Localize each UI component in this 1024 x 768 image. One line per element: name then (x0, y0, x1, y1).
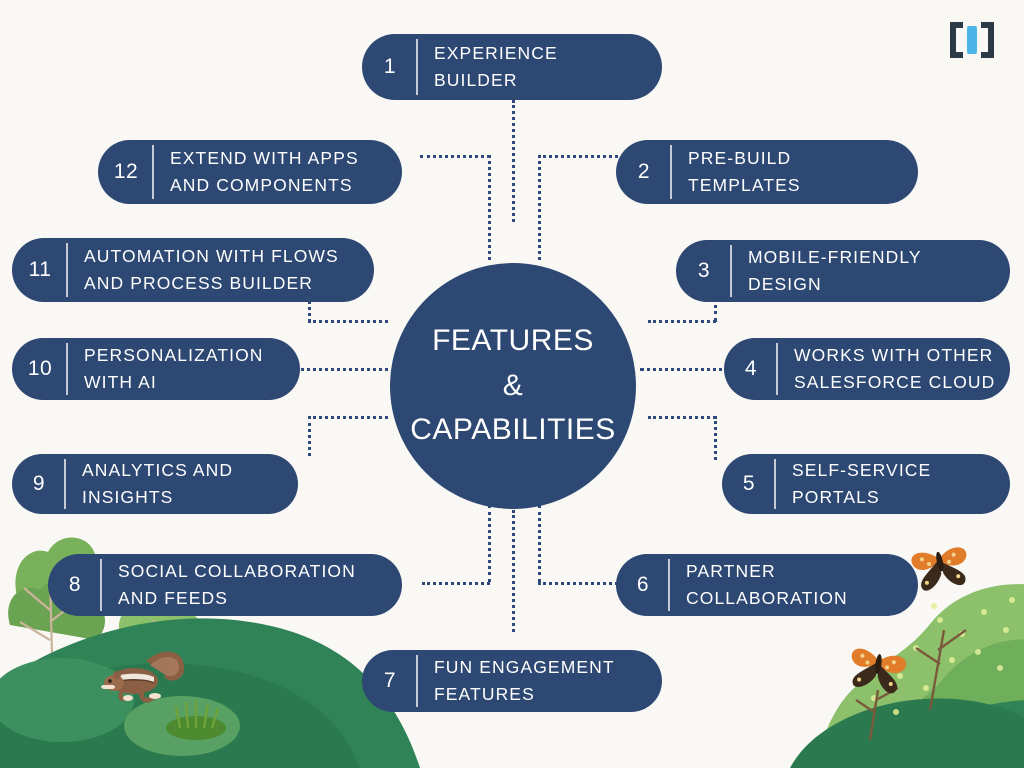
node-label-8: SOCIAL COLLABORATION AND FEEDS (102, 554, 402, 616)
node-label-9-line1: ANALYTICS AND (82, 459, 234, 480)
connector-node9-v (308, 416, 311, 456)
logo-left-bracket (950, 22, 963, 58)
node-pill-4[interactable]: 4 WORKS WITH OTHER SALESFORCE CLOUD (724, 338, 1010, 400)
node-number-8: 8 (48, 554, 102, 616)
node-label-7: FUN ENGAGEMENT FEATURES (418, 650, 662, 712)
bracket-i-logo (946, 18, 998, 62)
node-label-12: EXTEND WITH APPS AND COMPONENTS (154, 140, 402, 204)
logo-letter-i (967, 26, 977, 54)
node-label-5: SELF-SERVICE PORTALS (776, 454, 1010, 514)
connector-top-left-v (488, 155, 491, 260)
hub-line-2: & (502, 368, 524, 402)
node-pill-2[interactable]: 2 PRE-BUILD TEMPLATES (616, 140, 918, 204)
node-number-6: 6 (616, 554, 670, 616)
node-number-7: 7 (362, 650, 418, 712)
connector-node7-stem (512, 510, 515, 632)
node-label-1-line1: EXPERIENCE (434, 42, 558, 63)
node-pill-3[interactable]: 3 MOBILE-FRIENDLY DESIGN (676, 240, 1010, 302)
node-label-7-line1: FUN ENGAGEMENT (434, 656, 615, 677)
logo-right-bracket (981, 22, 994, 58)
node-number-5: 5 (722, 454, 776, 514)
connector-node8-h (422, 582, 490, 585)
node-label-9-line2: INSIGHTS (82, 487, 174, 507)
connector-node12-h (420, 155, 490, 158)
hub-circle: FEATURES & CAPABILITIES (390, 263, 636, 509)
chipmunk-illustration (101, 651, 185, 703)
butterfly-upper (911, 547, 967, 591)
node-label-3: MOBILE-FRIENDLY DESIGN (732, 240, 1010, 302)
node-label-2-line2: TEMPLATES (688, 175, 801, 195)
connector-node10-h (296, 368, 388, 371)
node-number-11: 11 (12, 238, 68, 302)
node-label-1-line2: BUILDER (434, 70, 518, 90)
node-label-3-line2: DESIGN (748, 274, 822, 294)
node-label-11: AUTOMATION WITH FLOWS AND PROCESS BUILDE… (68, 238, 374, 302)
infographic-canvas: FEATURES & CAPABILITIES 1 EXPERIENCE BUI… (0, 0, 1024, 768)
node-pill-9[interactable]: 9 ANALYTICS AND INSIGHTS (12, 454, 298, 514)
node-pill-12[interactable]: 12 EXTEND WITH APPS AND COMPONENTS (98, 140, 402, 204)
node-label-3-line1: MOBILE-FRIENDLY (748, 246, 922, 267)
connector-top-right-v (538, 155, 541, 260)
connector-node5-v (714, 416, 717, 460)
node-label-12-line1: EXTEND WITH APPS (170, 147, 359, 168)
node-pill-5[interactable]: 5 SELF-SERVICE PORTALS (722, 454, 1010, 514)
node-label-10-line1: PERSONALIZATION (84, 344, 264, 365)
node-label-5-line2: PORTALS (792, 487, 880, 507)
node-label-7-line2: FEATURES (434, 684, 535, 704)
node-label-12-line2: AND COMPONENTS (170, 175, 353, 195)
node-pill-11[interactable]: 11 AUTOMATION WITH FLOWS AND PROCESS BUI… (12, 238, 374, 302)
connector-node11-h (308, 320, 388, 323)
node-label-6-line1: PARTNER (686, 560, 776, 581)
node-label-8-line2: AND FEEDS (118, 588, 229, 608)
node-number-1: 1 (362, 34, 418, 100)
connector-bot-right-v (538, 505, 541, 582)
connector-node4-h (640, 368, 730, 371)
node-label-4-line1: WORKS WITH OTHER (794, 344, 994, 365)
node-number-3: 3 (676, 240, 732, 302)
connector-node6-h (538, 582, 618, 585)
connector-node9-h (308, 416, 388, 419)
node-number-10: 10 (12, 338, 68, 400)
node-label-10-line2: WITH AI (84, 372, 157, 392)
node-pill-1[interactable]: 1 EXPERIENCE BUILDER (362, 34, 662, 100)
node-pill-8[interactable]: 8 SOCIAL COLLABORATION AND FEEDS (48, 554, 402, 616)
node-label-2-line1: PRE-BUILD (688, 147, 792, 168)
connector-node5-h (648, 416, 716, 419)
node-label-5-line1: SELF-SERVICE (792, 459, 932, 480)
butterfly-lower (851, 648, 907, 694)
node-label-4: WORKS WITH OTHER SALESFORCE CLOUD (778, 338, 1010, 400)
connector-node2-h (538, 155, 618, 158)
connector-node3-h (648, 320, 716, 323)
node-label-1: EXPERIENCE BUILDER (418, 34, 662, 100)
node-label-6-line2: COLLABORATION (686, 588, 848, 608)
hub-line-1: FEATURES (432, 324, 594, 358)
node-pill-6[interactable]: 6 PARTNER COLLABORATION (616, 554, 918, 616)
node-label-11-line1: AUTOMATION WITH FLOWS (84, 245, 339, 266)
node-number-4: 4 (724, 338, 778, 400)
node-label-11-line2: AND PROCESS BUILDER (84, 273, 314, 293)
node-number-12: 12 (98, 140, 154, 204)
node-label-4-line2: SALESFORCE CLOUD (794, 372, 996, 392)
connector-bot-left-v (488, 505, 491, 582)
node-pill-7[interactable]: 7 FUN ENGAGEMENT FEATURES (362, 650, 662, 712)
node-pill-10[interactable]: 10 PERSONALIZATION WITH AI (12, 338, 300, 400)
node-label-8-line1: SOCIAL COLLABORATION (118, 560, 356, 581)
node-label-2: PRE-BUILD TEMPLATES (672, 140, 918, 204)
grass-tuft (166, 700, 226, 740)
node-number-9: 9 (12, 454, 66, 514)
connector-node1-stem (512, 100, 515, 222)
hub-line-3: CAPABILITIES (410, 413, 616, 447)
node-label-6: PARTNER COLLABORATION (670, 554, 918, 616)
node-label-9: ANALYTICS AND INSIGHTS (66, 454, 298, 514)
node-label-10: PERSONALIZATION WITH AI (68, 338, 300, 400)
node-number-2: 2 (616, 140, 672, 204)
